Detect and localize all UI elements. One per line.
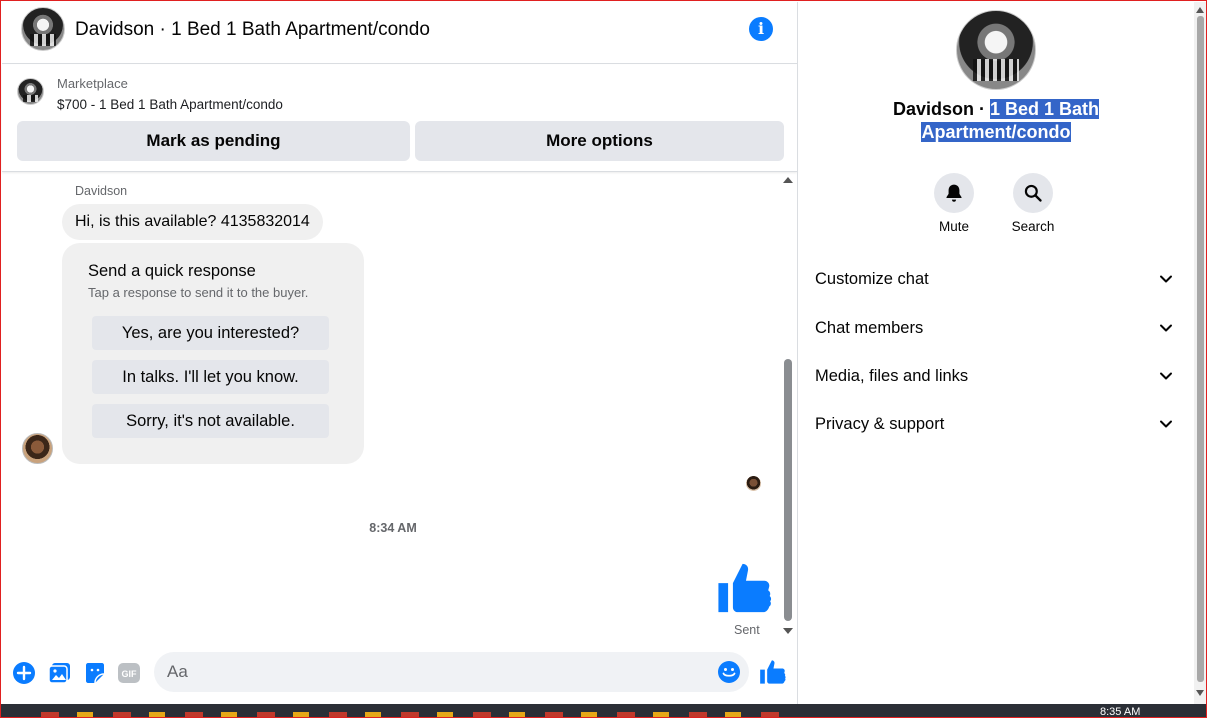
message-list: Davidson Hi, is this available? 41358320…: [2, 173, 797, 643]
scroll-down-arrow-icon[interactable]: [1196, 690, 1204, 696]
profile-name-plain: Davidson ·: [892, 99, 990, 119]
sender-avatar[interactable]: [22, 433, 53, 464]
section-label: Media, files and links: [815, 367, 969, 385]
profile-name-selected-2: Apartment/condo: [921, 122, 1071, 142]
mute-button[interactable]: [934, 173, 974, 213]
quick-response-button[interactable]: Yes, are you interested?: [92, 316, 329, 350]
message-input[interactable]: [154, 652, 749, 692]
seen-indicator-avatar: [746, 476, 761, 491]
search-label: Search: [1011, 219, 1055, 234]
plus-icon[interactable]: [12, 661, 36, 685]
sender-name: Davidson: [75, 184, 128, 198]
sticker-icon[interactable]: [83, 661, 107, 685]
quick-response-button[interactable]: Sorry, it's not available.: [92, 404, 329, 438]
section-label: Privacy & support: [815, 415, 945, 433]
section-privacy-support[interactable]: Privacy & support: [798, 403, 1194, 447]
mark-as-pending-button[interactable]: Mark as pending: [17, 121, 410, 161]
chevron-down-icon: [1160, 372, 1172, 380]
message-composer: GIF: [2, 648, 797, 704]
search-button[interactable]: [1013, 173, 1053, 213]
page-scrollbar[interactable]: [1194, 2, 1206, 704]
more-options-button[interactable]: More options: [415, 121, 784, 161]
message-timestamp: 8:34 AM: [369, 521, 417, 535]
profile-name-selected-1: 1 Bed 1 Bath: [989, 99, 1100, 119]
chevron-down-icon: [1160, 275, 1172, 283]
incoming-message[interactable]: Hi, is this available? 4135832014: [62, 204, 323, 240]
listing-price-title[interactable]: $700 - 1 Bed 1 Bath Apartment/condo: [57, 97, 283, 112]
listing-source: Marketplace: [57, 76, 128, 91]
scroll-up-arrow-icon[interactable]: [1196, 7, 1204, 13]
profile-name[interactable]: Davidson · 1 Bed 1 Bath Apartment/condo: [798, 98, 1194, 144]
chat-pane: Davidson · 1 Bed 1 Bath Apartment/condo …: [2, 2, 797, 704]
like-icon[interactable]: [759, 658, 787, 686]
gif-icon[interactable]: GIF: [117, 661, 141, 685]
conversation-info-pane: Davidson · 1 Bed 1 Bath Apartment/condo M…: [798, 2, 1194, 704]
chat-scrollbar[interactable]: [781, 173, 795, 643]
listing-thumbnail[interactable]: [17, 78, 44, 105]
scroll-up-arrow-icon[interactable]: [783, 177, 793, 183]
message-text: Hi, is this available? 4135832014: [75, 213, 310, 230]
mute-label: Mute: [938, 219, 969, 234]
image-icon[interactable]: [48, 661, 72, 685]
emoji-icon[interactable]: [717, 660, 741, 684]
os-taskbar: 8:35 AM: [1, 704, 1206, 717]
app-window: Davidson · 1 Bed 1 Bath Apartment/condo …: [0, 0, 1207, 718]
listing-avatar[interactable]: [21, 7, 65, 51]
section-chat-members[interactable]: Chat members: [798, 307, 1194, 351]
svg-text:GIF: GIF: [122, 669, 138, 679]
taskbar-clock[interactable]: 8:35 AM: [1100, 706, 1140, 717]
sent-like-icon[interactable]: [716, 559, 774, 617]
chevron-down-icon: [1160, 324, 1172, 332]
section-label: Chat members: [815, 319, 924, 337]
scroll-down-arrow-icon[interactable]: [783, 628, 793, 634]
quick-response-title: Send a quick response: [88, 262, 256, 280]
conversation-title[interactable]: Davidson · 1 Bed 1 Bath Apartment/condo: [75, 19, 430, 41]
quick-response-subtitle: Tap a response to send it to the buyer.: [88, 285, 309, 300]
section-customize-chat[interactable]: Customize chat: [798, 258, 1194, 302]
listing-bar: Marketplace $700 - 1 Bed 1 Bath Apartmen…: [2, 65, 797, 172]
section-label: Customize chat: [815, 270, 929, 288]
chat-header: Davidson · 1 Bed 1 Bath Apartment/condo …: [2, 2, 797, 64]
bell-icon: [946, 184, 962, 202]
quick-response-card: Send a quick response Tap a response to …: [62, 243, 364, 464]
chevron-down-icon: [1160, 420, 1172, 428]
sent-status: Sent: [734, 623, 760, 637]
info-icon[interactable]: i: [749, 17, 773, 41]
profile-avatar[interactable]: [956, 10, 1036, 90]
quick-response-button[interactable]: In talks. I'll let you know.: [92, 360, 329, 394]
scroll-thumb[interactable]: [784, 359, 792, 621]
search-icon: [1024, 184, 1042, 202]
taskbar-app-icons[interactable]: [41, 712, 781, 717]
section-media-files-links[interactable]: Media, files and links: [798, 355, 1194, 399]
scroll-thumb[interactable]: [1197, 16, 1204, 682]
